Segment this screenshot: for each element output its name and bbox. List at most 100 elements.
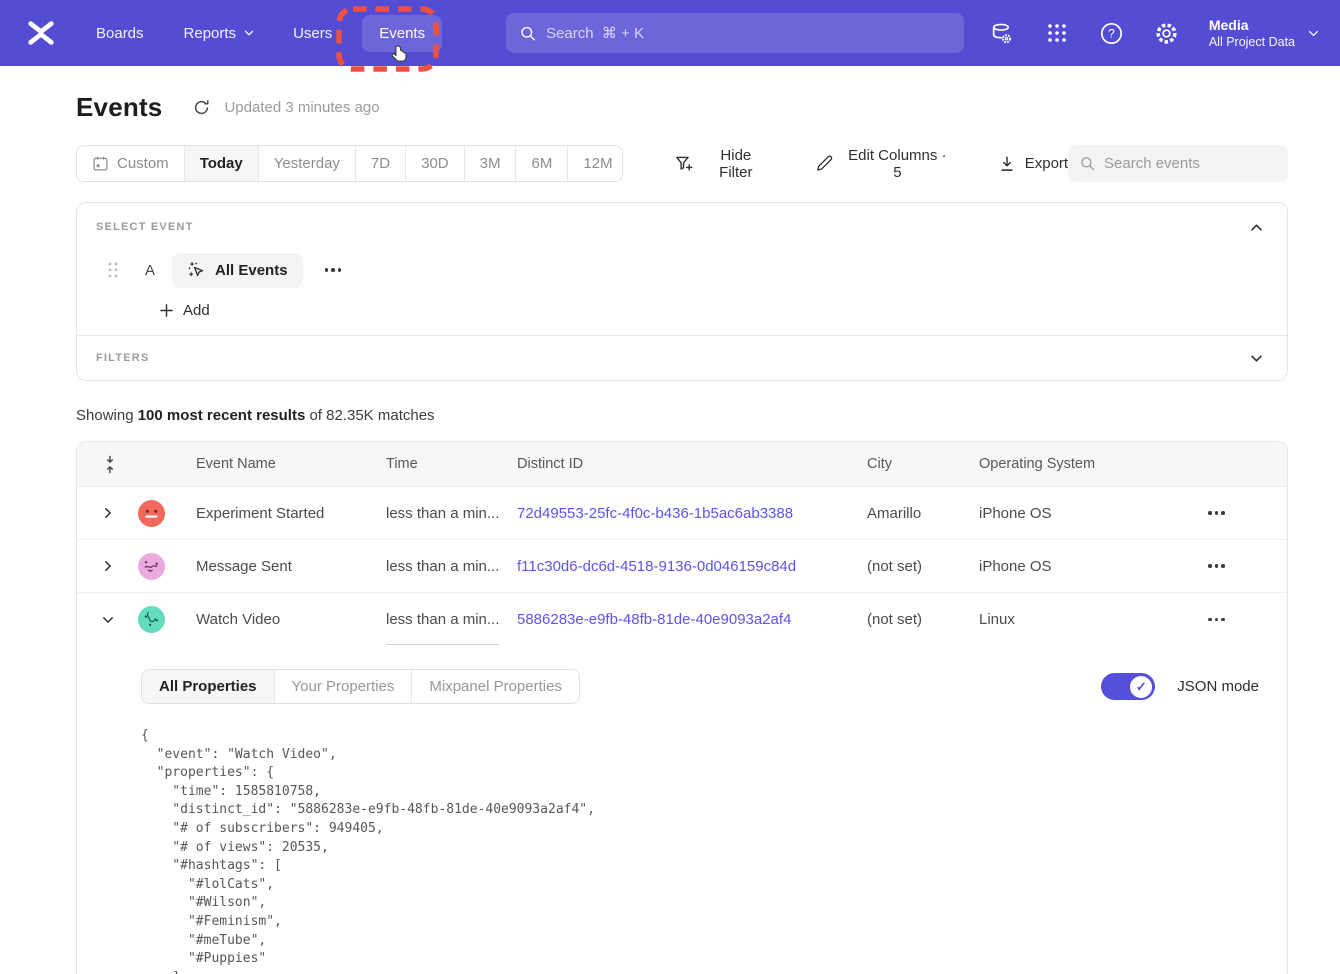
column-header-event-name[interactable]: Event Name [196,456,386,472]
table-row[interactable]: Message Sent less than a min... f11c30d6… [77,540,1287,593]
summary-suffix: of 82.35K matches [305,407,434,424]
gear-icon [1154,21,1179,46]
range-7d[interactable]: 7D [355,146,405,181]
toggle-check-icon: ✓ [1130,676,1152,698]
pencil-icon [815,154,834,173]
export-label: Export [1025,155,1068,172]
cell-event-name: Message Sent [196,558,386,575]
select-event-label: SELECT EVENT [96,221,194,233]
download-icon [998,155,1016,173]
table-row[interactable]: Experiment Started less than a min... 72… [77,487,1287,540]
data-management-button[interactable] [989,20,1015,46]
hide-filter-button[interactable]: Hide Filter [675,147,770,181]
range-label: Custom [117,155,169,172]
table-row[interactable]: Watch Video less than a min... 5886283e-… [77,593,1287,646]
avatar [138,500,165,527]
tab-your-properties[interactable]: Your Properties [274,670,412,703]
event-selector-button[interactable]: All Events [172,253,303,288]
chevron-up-icon [1249,220,1264,235]
calendar-icon [92,155,109,172]
database-gear-icon [989,21,1014,46]
add-label: Add [183,302,210,319]
avatar [138,606,165,633]
expand-row-button[interactable] [101,503,121,523]
chevron-right-icon [101,506,115,520]
nav-item-reports[interactable]: Reports [184,25,256,42]
column-header-city[interactable]: City [867,456,979,472]
row-more-button[interactable] [1202,612,1231,628]
row-more-button[interactable] [1202,505,1231,521]
cell-os: iPhone OS [979,505,1186,522]
date-range-segmented-control: Custom Today Yesterday 7D 30D 3M 6M 12M [76,145,623,182]
distinct-id-link[interactable]: 5886283e-e9fb-48fb-81de-40e9093a2af4 [517,611,791,628]
tab-all-properties[interactable]: All Properties [142,670,274,703]
question-circle-icon: ? [1099,21,1124,46]
apps-grid-button[interactable] [1044,20,1070,46]
global-search-input[interactable] [546,25,950,42]
range-6m[interactable]: 6M [515,146,567,181]
search-icon [520,25,536,42]
updated-timestamp: Updated 3 minutes ago [224,99,379,116]
expand-filters-button[interactable] [1249,349,1267,367]
refresh-icon [192,98,211,117]
json-mode-toggle[interactable]: ✓ [1101,673,1155,700]
cell-time: less than a min... [386,505,517,522]
cursor-icon [389,44,411,66]
results-summary: Showing 100 most recent results of 82.35… [76,407,1288,424]
sort-icon[interactable] [103,455,117,474]
project-selector[interactable]: Media All Project Data [1209,16,1320,50]
cell-city: Amarillo [867,505,979,522]
cell-city: (not set) [867,611,979,628]
search-icon [1080,155,1095,172]
query-builder-panel: SELECT EVENT A All Events [76,202,1288,381]
export-button[interactable]: Export [998,155,1068,173]
event-row-more-button[interactable] [319,262,348,278]
project-scope: All Project Data [1209,34,1295,50]
cell-os: iPhone OS [979,558,1186,575]
edit-columns-button[interactable]: Edit Columns · 5 [815,147,951,181]
properties-tabs: All Properties Your Properties Mixpanel … [141,669,580,704]
column-header-distinct-id[interactable]: Distinct ID [517,456,867,472]
collapse-select-event-button[interactable] [1249,218,1267,236]
chevron-down-icon [101,613,115,627]
column-header-time[interactable]: Time [386,456,517,472]
row-more-button[interactable] [1202,558,1231,574]
event-detail-panel: All Properties Your Properties Mixpanel … [77,646,1287,974]
range-yesterday[interactable]: Yesterday [258,146,355,181]
settings-button[interactable] [1154,20,1180,46]
distinct-id-link[interactable]: f11c30d6-dc6d-4518-9136-0d046159c84d [517,558,796,575]
distinct-id-link[interactable]: 72d49553-25fc-4f0c-b436-1b5ac6ab3388 [517,505,793,522]
collapse-row-button[interactable] [101,610,121,630]
tab-mixpanel-properties[interactable]: Mixpanel Properties [411,670,579,703]
chevron-down-icon [1249,351,1264,366]
column-header-os[interactable]: Operating System [979,456,1186,472]
nav-item-boards[interactable]: Boards [96,25,144,42]
nav-item-users[interactable]: Users [293,25,332,42]
range-30d[interactable]: 30D [405,146,464,181]
sparkle-cursor-icon [187,261,206,280]
cell-event-name: Experiment Started [196,505,386,522]
range-custom[interactable]: Custom [77,146,184,181]
range-3m[interactable]: 3M [464,146,516,181]
event-json-content: { "event": "Watch Video", "properties": … [141,727,1259,974]
chevron-right-icon [101,559,115,573]
range-12m[interactable]: 12M [567,146,622,181]
summary-count: 100 most recent results [138,407,306,424]
help-button[interactable]: ? [1099,20,1125,46]
range-today[interactable]: Today [184,146,258,181]
global-search[interactable] [506,13,964,53]
selected-event-name: All Events [215,262,288,279]
cell-time: less than a min... [386,558,517,575]
expand-row-button[interactable] [101,556,121,576]
events-search[interactable] [1068,145,1288,182]
add-event-button[interactable]: Add [159,302,210,319]
cell-os: Linux [979,611,1186,628]
refresh-button[interactable] [192,98,212,118]
project-name: Media [1209,16,1295,34]
drag-handle[interactable] [107,261,119,279]
svg-text:?: ? [1109,26,1116,40]
mixpanel-logo[interactable] [26,18,56,48]
events-search-input[interactable] [1104,155,1276,172]
plus-icon [159,303,174,318]
avatar [138,553,165,580]
